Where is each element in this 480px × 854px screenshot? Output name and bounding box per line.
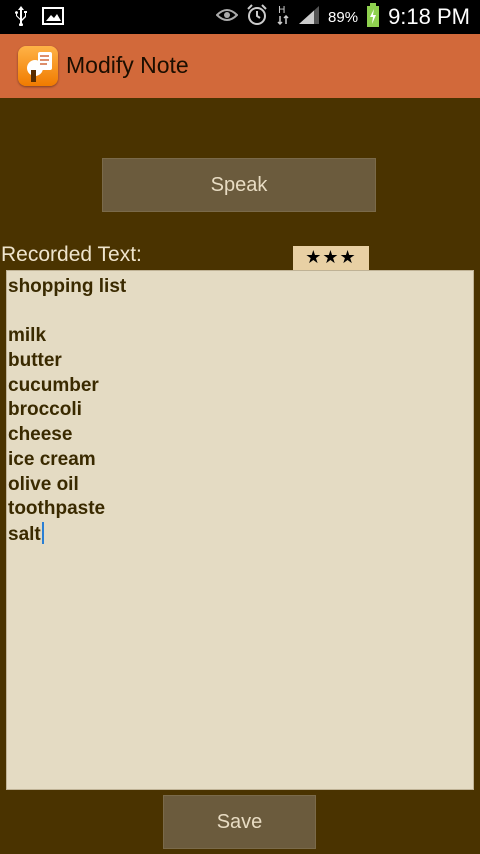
battery-icon <box>366 3 380 31</box>
rating-stars[interactable]: ★★★ <box>293 246 369 270</box>
note-line-last: salt <box>8 521 472 547</box>
status-right-icons: H 89% 9:18 PM <box>215 0 470 34</box>
image-icon <box>42 7 64 29</box>
note-line: olive oil <box>8 473 79 495</box>
note-line: cheese <box>8 424 73 446</box>
note-line: cucumber <box>8 374 99 396</box>
note-line: ice cream <box>8 448 96 470</box>
text-cursor <box>41 521 44 544</box>
note-line: milk <box>8 325 47 347</box>
eye-icon <box>215 7 239 27</box>
note-line: toothpaste <box>8 498 106 520</box>
svg-text:H: H <box>278 5 286 16</box>
page-title: Modify Note <box>66 52 189 78</box>
note-line-text: salt <box>8 523 41 545</box>
note-line: shopping list <box>8 276 127 297</box>
battery-percent: 89% <box>328 8 359 26</box>
app-icon[interactable] <box>18 46 58 86</box>
note-text-area[interactable]: shopping list milk butter cucumber brocc… <box>6 270 474 790</box>
note-line <box>8 300 472 325</box>
note-line: butter <box>8 350 62 372</box>
status-left-icons <box>14 6 64 30</box>
save-button[interactable]: Save <box>163 795 316 849</box>
clock: 9:18 PM <box>388 4 470 29</box>
signal-icon <box>298 5 320 29</box>
h-data-icon: H <box>276 3 290 31</box>
action-bar: Modify Note <box>0 34 480 98</box>
alarm-icon <box>246 4 268 30</box>
usb-icon <box>14 6 28 30</box>
speak-button[interactable]: Speak <box>102 158 376 212</box>
recorded-text-label: Recorded Text: <box>1 243 142 266</box>
note-line: broccoli <box>8 399 82 421</box>
status-bar: H 89% 9:18 PM <box>0 0 480 34</box>
